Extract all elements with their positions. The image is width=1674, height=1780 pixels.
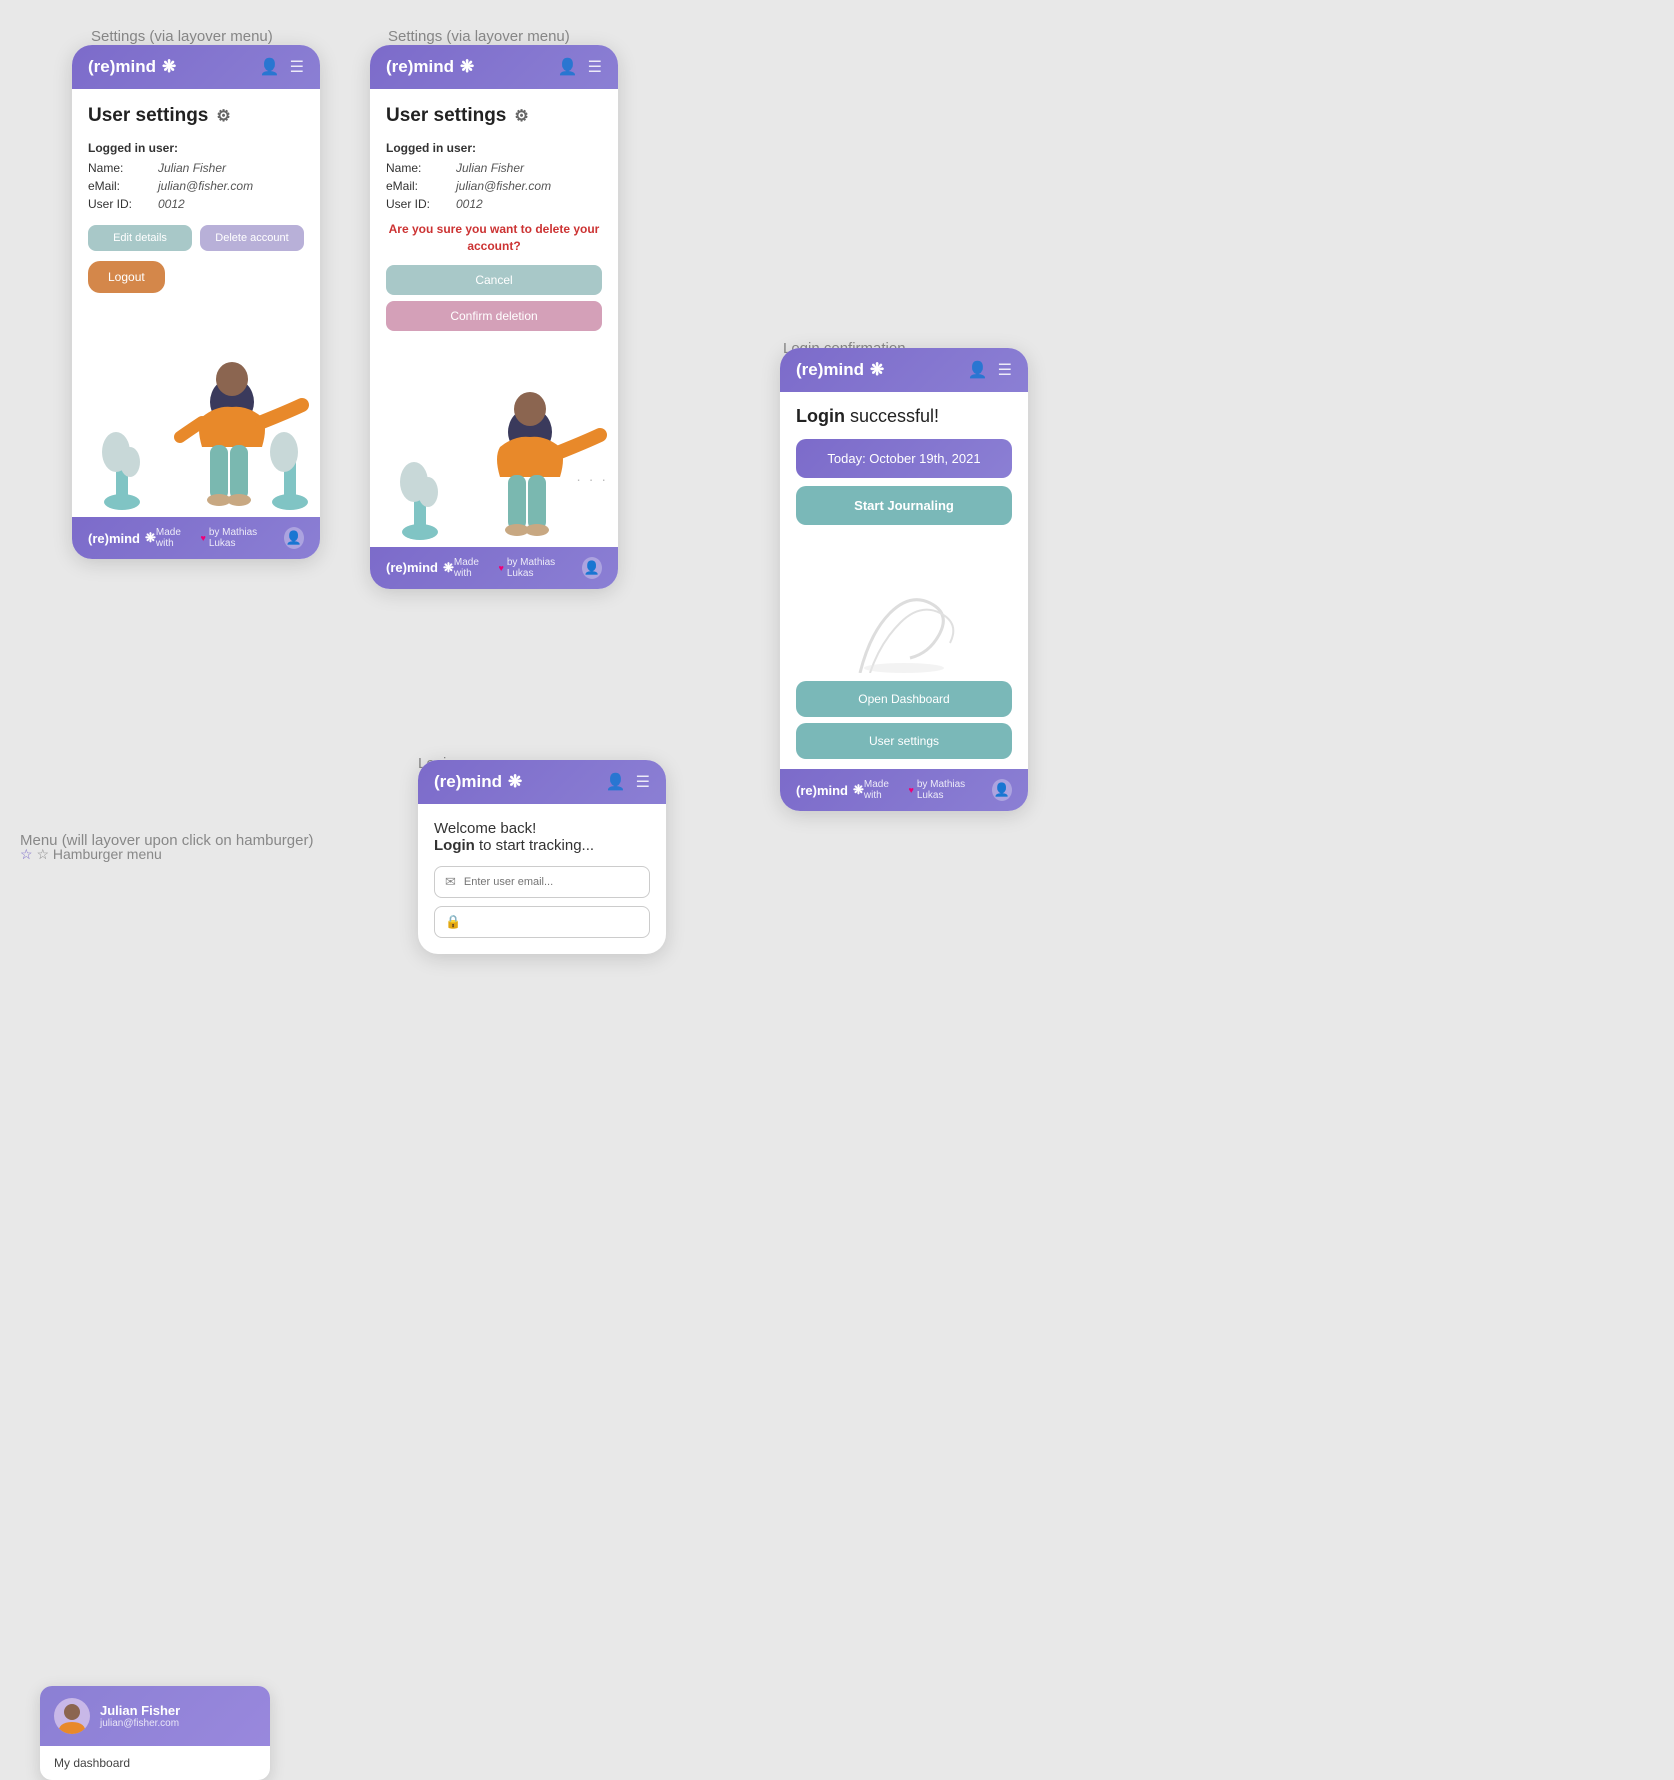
settings-phone-1: (re)mind ❋ 👤 ☰ User settings ⚙ Logged in… xyxy=(72,45,320,559)
menu-item-dashboard[interactable]: My dashboard xyxy=(40,1746,270,1780)
hamburger-icon-4[interactable]: ☰ xyxy=(636,772,650,792)
settings-label-2: Settings (via layover menu) xyxy=(388,28,570,45)
user-icon-1[interactable]: 👤 xyxy=(260,57,280,77)
heart-icon-1: ♥ xyxy=(200,533,205,543)
password-input[interactable] xyxy=(469,916,639,928)
name-row-2: Name: Julian Fisher xyxy=(386,161,602,175)
hamburger-icon-1[interactable]: ☰ xyxy=(290,57,304,77)
email-input[interactable] xyxy=(464,876,639,888)
hamburger-label-text: ☆ ☆ Hamburger menu xyxy=(20,846,162,863)
header-icons-1: 👤 ☰ xyxy=(260,57,304,77)
footer-logo-icon-3: ❋ xyxy=(853,782,864,798)
app-logo-2: (re)mind ❋ xyxy=(386,57,474,77)
footer-logo-2: (re)mind ❋ xyxy=(386,560,454,576)
confirm-char-area xyxy=(780,533,1028,673)
settings-phone-2: (re)mind ❋ 👤 ☰ User settings ⚙ Logged in… xyxy=(370,45,618,589)
edit-details-button-1[interactable]: Edit details xyxy=(88,225,192,251)
open-dashboard-button[interactable]: Open Dashboard xyxy=(796,681,1012,717)
settings-content-2: User settings ⚙ Logged in user: Name: Ju… xyxy=(370,89,618,347)
settings-content-1: User settings ⚙ Logged in user: Name: Ju… xyxy=(72,89,320,317)
footer-logo-3: (re)mind ❋ xyxy=(796,782,864,798)
heart-icon-3: ♥ xyxy=(908,785,913,795)
email-row-2: eMail: julian@fisher.com xyxy=(386,179,602,193)
app-logo-1: (re)mind ❋ xyxy=(88,57,176,77)
userid-row-1: User ID: 0012 xyxy=(88,197,304,211)
app-footer-1: (re)mind ❋ Made with ♥ by Mathias Lukas … xyxy=(72,517,320,559)
delete-confirm-overlay: Are you sure you want to delete your acc… xyxy=(386,221,602,331)
menu-user-info: Julian Fisher julian@fisher.com xyxy=(100,1703,180,1729)
app-header-4: (re)mind ❋ 👤 ☰ xyxy=(418,760,666,804)
gear-icon-2: ⚙ xyxy=(514,106,528,126)
delete-question-text: Are you sure you want to delete your acc… xyxy=(386,221,602,255)
cancel-button[interactable]: Cancel xyxy=(386,265,602,295)
menu-user-email: julian@fisher.com xyxy=(100,1718,180,1729)
user-icon-2[interactable]: 👤 xyxy=(558,57,578,77)
logged-in-label-2: Logged in user: xyxy=(386,141,602,155)
settings-title-2: User settings ⚙ xyxy=(386,105,602,127)
logo-icon-4: ❋ xyxy=(508,772,522,792)
email-icon: ✉ xyxy=(445,874,456,890)
app-header-3: (re)mind ❋ 👤 ☰ xyxy=(780,348,1028,392)
menu-header: Julian Fisher julian@fisher.com xyxy=(40,1686,270,1746)
app-logo-3: (re)mind ❋ xyxy=(796,360,884,380)
login-welcome-text: Welcome back! Login to start tracking... xyxy=(434,820,650,854)
action-btn-row-1: Edit details Delete account xyxy=(88,225,304,251)
logged-in-label-1: Logged in user: xyxy=(88,141,304,155)
password-input-row: 🔒 xyxy=(434,906,650,938)
heart-icon-2: ♥ xyxy=(498,563,503,573)
app-footer-3: (re)mind ❋ Made with ♥ by Mathias Lukas … xyxy=(780,769,1028,811)
hamburger-icon-2[interactable]: ☰ xyxy=(588,57,602,77)
logout-button-1[interactable]: Logout xyxy=(88,261,165,293)
login-confirm-phone: (re)mind ❋ 👤 ☰ Login successful! Today: … xyxy=(780,348,1028,811)
logo-text-1: (re)mind xyxy=(88,57,156,77)
hamburger-section: ☆ ☆ Hamburger menu Julian Fisher julian@… xyxy=(20,846,162,869)
gear-icon-1: ⚙ xyxy=(216,106,230,126)
name-row-1: Name: Julian Fisher xyxy=(88,161,304,175)
app-header-2: (re)mind ❋ 👤 ☰ xyxy=(370,45,618,89)
app-header-1: (re)mind ❋ 👤 ☰ xyxy=(72,45,320,89)
footer-logo-1: (re)mind ❋ xyxy=(88,530,156,546)
footer-credit-3: Made with ♥ by Mathias Lukas xyxy=(864,779,988,801)
app-footer-2: (re)mind ❋ Made with ♥ by Mathias Lukas … xyxy=(370,547,618,589)
footer-avatar-2: 👤 xyxy=(582,557,602,579)
user-icon-3[interactable]: 👤 xyxy=(968,360,988,380)
hamburger-icon-3[interactable]: ☰ xyxy=(998,360,1012,380)
footer-logo-icon-2: ❋ xyxy=(443,560,454,576)
header-icons-4: 👤 ☰ xyxy=(606,772,650,792)
settings-title-1: User settings ⚙ xyxy=(88,105,304,127)
login-success-text: Login successful! xyxy=(796,406,1012,427)
app-logo-4: (re)mind ❋ xyxy=(434,772,522,792)
logo-icon-2: ❋ xyxy=(460,57,474,77)
today-date-button[interactable]: Today: October 19th, 2021 xyxy=(796,439,1012,478)
character-area-1 xyxy=(72,317,320,517)
menu-avatar xyxy=(54,1698,90,1734)
footer-credit-2: Made with ♥ by Mathias Lukas xyxy=(454,557,578,579)
logo-icon-1: ❋ xyxy=(162,57,176,77)
email-row-1: eMail: julian@fisher.com xyxy=(88,179,304,193)
lock-icon: 🔒 xyxy=(445,914,461,930)
confirm-delete-button[interactable]: Confirm deletion xyxy=(386,301,602,331)
footer-logo-icon-1: ❋ xyxy=(145,530,156,546)
login-page-phone: (re)mind ❋ 👤 ☰ Welcome back! Login to st… xyxy=(418,760,666,954)
dots-decoration: · · · xyxy=(576,471,608,487)
footer-avatar-3: 👤 xyxy=(992,779,1012,801)
settings-label-1: Settings (via layover menu) xyxy=(91,28,273,45)
footer-credit-1: Made with ♥ by Mathias Lukas xyxy=(156,527,280,549)
header-icons-3: 👤 ☰ xyxy=(968,360,1012,380)
footer-avatar-1: 👤 xyxy=(284,527,304,549)
login-form: ✉ 🔒 xyxy=(418,858,666,954)
user-settings-button[interactable]: User settings xyxy=(796,723,1012,759)
menu-user-name: Julian Fisher xyxy=(100,1703,180,1718)
email-input-row: ✉ xyxy=(434,866,650,898)
character-area-2: · · · xyxy=(370,347,618,547)
logo-icon-3: ❋ xyxy=(870,360,884,380)
hamburger-menu: Julian Fisher julian@fisher.com My dashb… xyxy=(40,1686,270,1780)
user-icon-4[interactable]: 👤 xyxy=(606,772,626,792)
start-journaling-button[interactable]: Start Journaling xyxy=(796,486,1012,525)
userid-row-2: User ID: 0012 xyxy=(386,197,602,211)
delete-account-button-1[interactable]: Delete account xyxy=(200,225,304,251)
header-icons-2: 👤 ☰ xyxy=(558,57,602,77)
